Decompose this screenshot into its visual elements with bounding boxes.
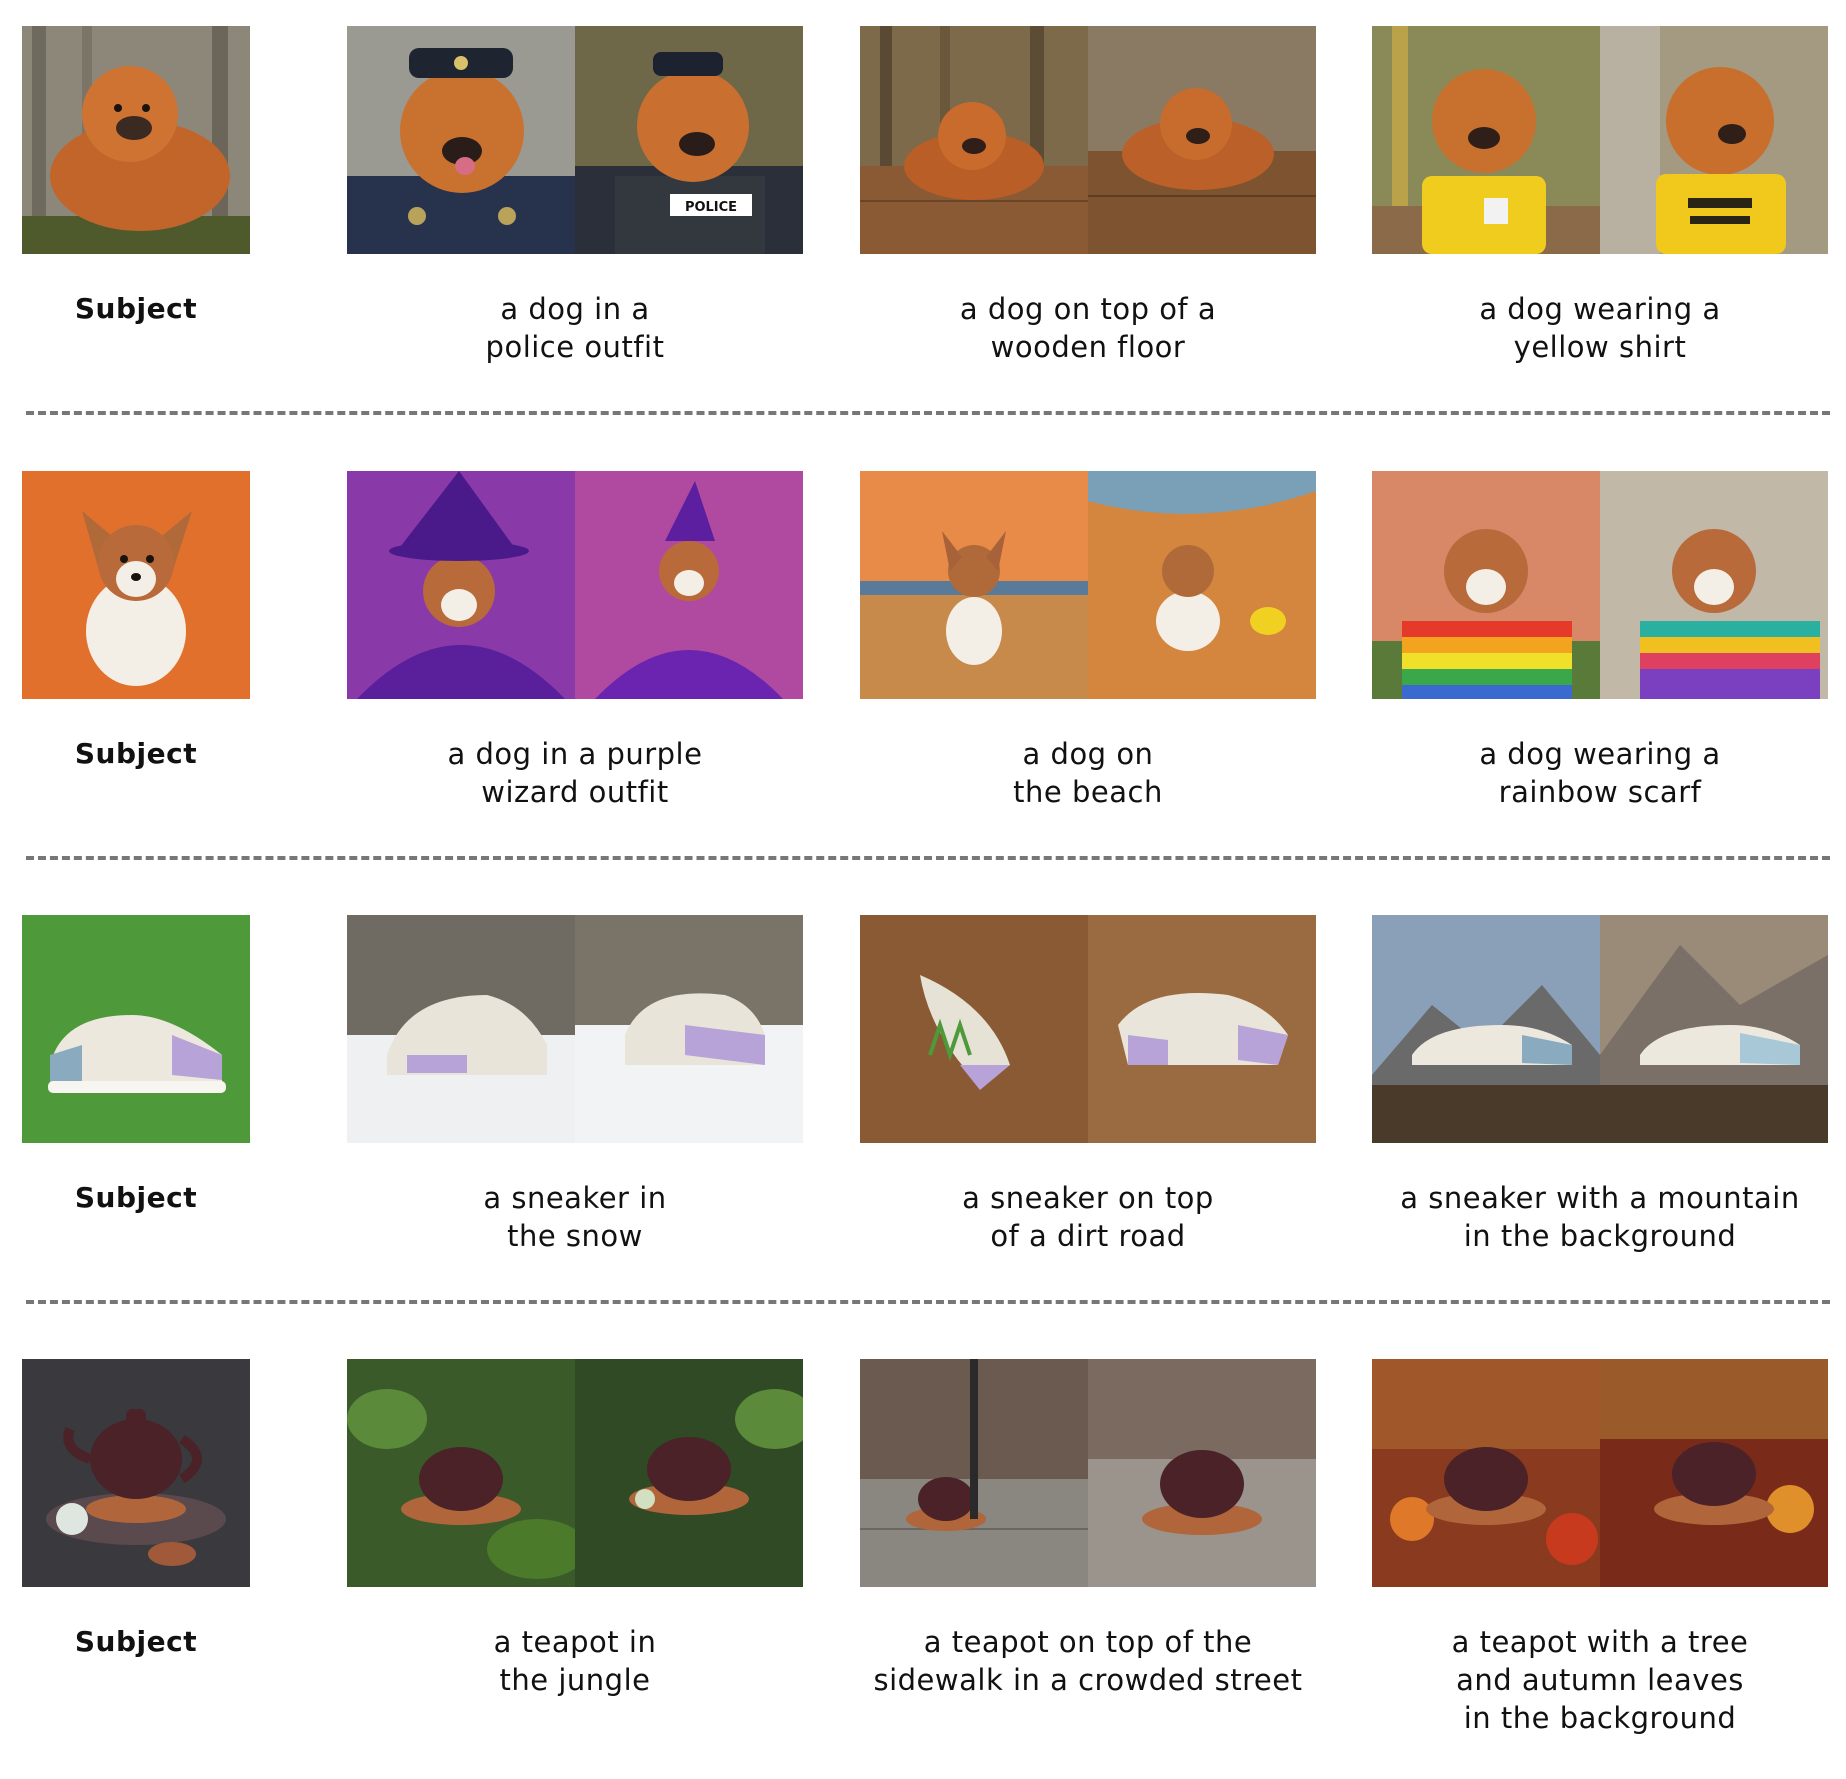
generated-pair-dirt-road [860,915,1316,1143]
generated-pair-snow [347,915,803,1143]
subject-image-sneaker [22,915,250,1143]
generated-pair-sidewalk [860,1359,1316,1587]
subject-image-corgi [22,471,250,699]
generated-pair-wizard-outfit [347,471,803,699]
caption-wooden-floor: a dog on top of a wooden floor [959,292,1217,364]
subject-image-teapot [22,1359,250,1587]
generated-pair-jungle [347,1359,803,1587]
caption-sidewalk: a teapot on top of the sidewalk in a crow… [873,1625,1303,1697]
caption-autumn: a teapot with a tree and autumn leaves in … [1451,1625,1749,1735]
generated-pair-police-outfit: POLICE [347,26,803,254]
caption-dirt-road: a sneaker on top of a dirt road [962,1181,1214,1253]
generated-pair-beach [860,471,1316,699]
generated-pair-wooden-floor [860,26,1316,254]
caption-snow: a sneaker in the snow [483,1181,667,1253]
caption-police-outfit: a dog in a police outfit [485,292,665,364]
generated-pair-mountain [1372,915,1828,1143]
caption-yellow-shirt: a dog wearing a yellow shirt [1479,292,1721,364]
police-badge-text: POLICE [685,200,737,215]
generated-pair-rainbow-scarf [1372,471,1828,699]
caption-jungle: a teapot in the jungle [493,1625,657,1697]
subject-label: Subject [74,737,198,770]
subject-label: Subject [74,1625,198,1658]
row-divider [26,856,1830,860]
row-divider [26,1300,1830,1304]
generated-pair-yellow-shirt [1372,26,1828,254]
caption-wizard-outfit: a dog in a purple wizard outfit [447,737,703,809]
caption-mountain: a sneaker with a mountain in the backgrou… [1400,1181,1800,1253]
subject-image-chow-chow [22,26,250,254]
example-row-corgi: Subject a dog in a purple wizard outfit a… [0,471,1846,891]
example-row-chow-chow: POLICE Subject a dog in a police outfit … [0,26,1846,446]
caption-rainbow-scarf: a dog wearing a rainbow scarf [1479,737,1721,809]
example-row-sneaker: Subject a sneaker in the snow a sneaker o… [0,915,1846,1335]
example-row-teapot: Subject a teapot in the jungle a teapot o… [0,1359,1846,1779]
generated-pair-autumn [1372,1359,1828,1587]
row-divider [26,411,1830,415]
caption-beach: a dog on the beach [1013,737,1163,809]
subject-label: Subject [74,1181,198,1214]
subject-label: Subject [74,292,198,325]
